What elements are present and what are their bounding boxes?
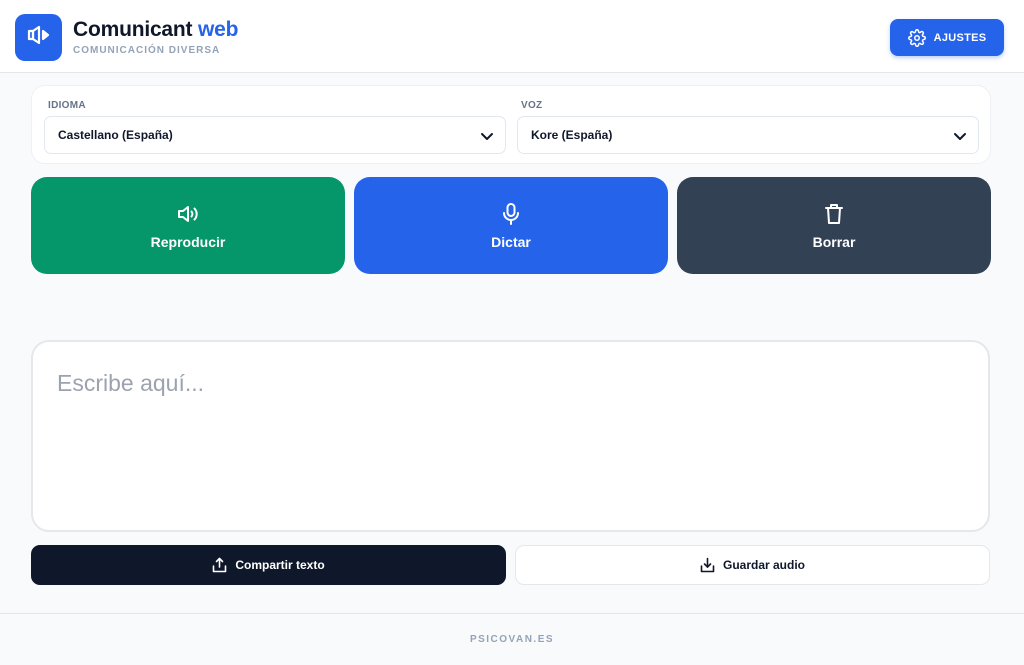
speaker-play-icon — [27, 25, 51, 50]
download-icon — [700, 557, 715, 573]
share-text-button[interactable]: Compartir texto — [31, 545, 506, 585]
microphone-icon — [500, 202, 522, 226]
dictate-button-label: Dictar — [491, 233, 531, 250]
speaker-icon — [176, 202, 200, 226]
message-textarea[interactable]: Escribe aquí... — [31, 340, 990, 532]
app-header: Comunicant web COMUNICACIÓN DIVERSA AJUS… — [0, 0, 1024, 73]
voice-settings-panel: IDIOMA Castellano (España) VOZ Kore (Esp… — [31, 85, 991, 164]
page-footer: PSICOVAN.ES — [0, 613, 1024, 665]
dictate-button[interactable]: Dictar — [354, 177, 668, 274]
app-subtitle: COMUNICACIÓN DIVERSA — [73, 45, 221, 56]
language-label: IDIOMA — [48, 100, 86, 111]
clear-button-label: Borrar — [812, 233, 856, 250]
trash-icon — [823, 202, 845, 226]
save-audio-button[interactable]: Guardar audio — [515, 545, 990, 585]
play-button-label: Reproducir — [150, 233, 226, 250]
footer-link[interactable]: PSICOVAN.ES — [470, 634, 554, 645]
gear-icon — [907, 28, 926, 47]
app-logo — [15, 14, 62, 61]
chevron-down-icon — [952, 128, 968, 147]
app-title-main: Comunicant — [73, 18, 193, 41]
voice-select-value: Kore (España) — [531, 128, 613, 142]
settings-button[interactable]: AJUSTES — [890, 19, 1004, 56]
play-button[interactable]: Reproducir — [31, 177, 345, 274]
chevron-down-icon — [479, 128, 495, 147]
app-title-accent: web — [197, 18, 239, 41]
message-placeholder: Escribe aquí... — [57, 370, 205, 396]
language-select[interactable]: Castellano (España) — [44, 116, 506, 154]
language-select-value: Castellano (España) — [58, 128, 173, 142]
share-icon — [212, 557, 227, 573]
app-title: Comunicant web — [73, 18, 238, 42]
share-text-label: Compartir texto — [235, 558, 325, 572]
settings-button-label: AJUSTES — [933, 31, 987, 44]
voice-label: VOZ — [521, 100, 543, 111]
clear-button[interactable]: Borrar — [677, 177, 991, 274]
voice-select[interactable]: Kore (España) — [517, 116, 979, 154]
save-audio-label: Guardar audio — [722, 558, 805, 572]
